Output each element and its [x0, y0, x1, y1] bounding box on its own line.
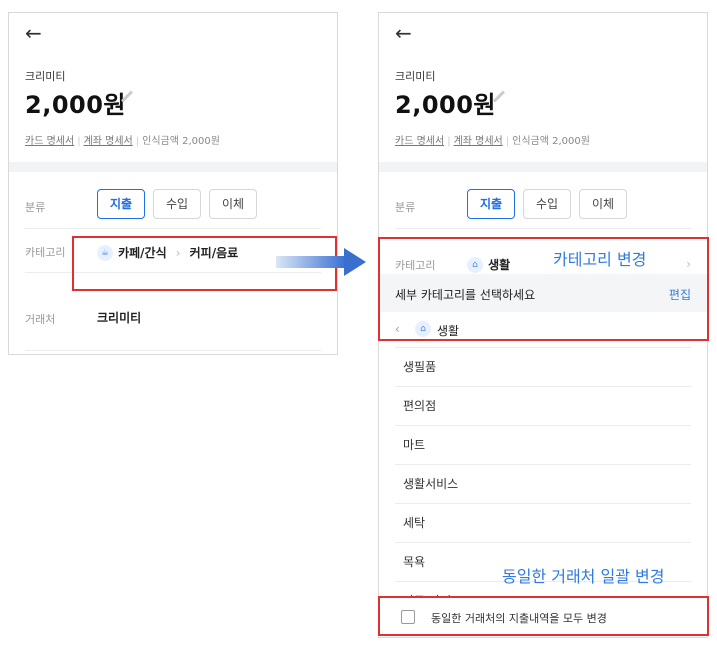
- merchant-value[interactable]: 크리미티: [97, 309, 141, 326]
- back-arrow-icon[interactable]: ←: [395, 21, 412, 45]
- subcategory-item[interactable]: 마트: [395, 426, 691, 465]
- account-statement-link[interactable]: 계좌 명세서: [454, 136, 503, 147]
- subcategory-item[interactable]: 세탁: [395, 504, 691, 543]
- classification-row: 분류 지출 수입 이체: [395, 183, 691, 229]
- category-label: 카테고리: [25, 246, 66, 259]
- merchant-title: 크리미티: [395, 70, 436, 83]
- type-transfer-button[interactable]: 이체: [579, 189, 627, 219]
- back-arrow-icon[interactable]: ←: [25, 21, 42, 45]
- statement-links: 카드 명세서 | 계좌 명세서 | 인식금액 2,000원: [395, 136, 590, 147]
- type-income-button[interactable]: 수입: [523, 189, 571, 219]
- transition-arrow-head: [344, 248, 366, 276]
- card-statement-link[interactable]: 카드 명세서: [395, 136, 444, 147]
- type-expense-button[interactable]: 지출: [467, 189, 515, 219]
- amount: 2,000원: [395, 91, 496, 119]
- classification-label: 분류: [395, 201, 416, 214]
- type-expense-button[interactable]: 지출: [97, 189, 145, 219]
- statement-links: 카드 명세서 | 계좌 명세서 | 인식금액 2,000원: [25, 136, 220, 147]
- transaction-detail-before: ← 크리미티 2,000원 카드 명세서 | 계좌 명세서 | 인식금액 2,000원 …: [8, 12, 338, 355]
- merchant-title: 크리미티: [25, 70, 66, 83]
- type-income-button[interactable]: 수입: [153, 189, 201, 219]
- amount: 2,000원: [25, 91, 126, 119]
- subcategory-item[interactable]: 편의점: [395, 387, 691, 426]
- merchant-label: 거래처: [25, 313, 56, 326]
- type-selector: 지출 수입 이체: [97, 189, 257, 219]
- annotation-bulk-change: 동일한 거래처 일괄 변경: [502, 567, 665, 586]
- category-sheet-highlight-box: [378, 237, 709, 341]
- recognized-amount: 인식금액 2,000원: [512, 136, 590, 147]
- subcategory-item[interactable]: 생필품: [395, 348, 691, 387]
- subcategory-item[interactable]: 생활서비스: [395, 465, 691, 504]
- recognized-amount: 인식금액 2,000원: [142, 136, 220, 147]
- type-selector: 지출 수입 이체: [467, 189, 627, 219]
- account-statement-link[interactable]: 계좌 명세서: [84, 136, 133, 147]
- type-transfer-button[interactable]: 이체: [209, 189, 257, 219]
- merchant-row[interactable]: 거래처 크리미티: [25, 303, 321, 351]
- transition-arrow: [276, 256, 346, 268]
- classification-label: 분류: [25, 201, 46, 214]
- section-divider: [9, 162, 337, 172]
- card-statement-link[interactable]: 카드 명세서: [25, 136, 74, 147]
- section-divider: [379, 162, 707, 172]
- bulk-change-highlight-box: [378, 596, 709, 636]
- classification-row: 분류 지출 수입 이체: [25, 183, 321, 229]
